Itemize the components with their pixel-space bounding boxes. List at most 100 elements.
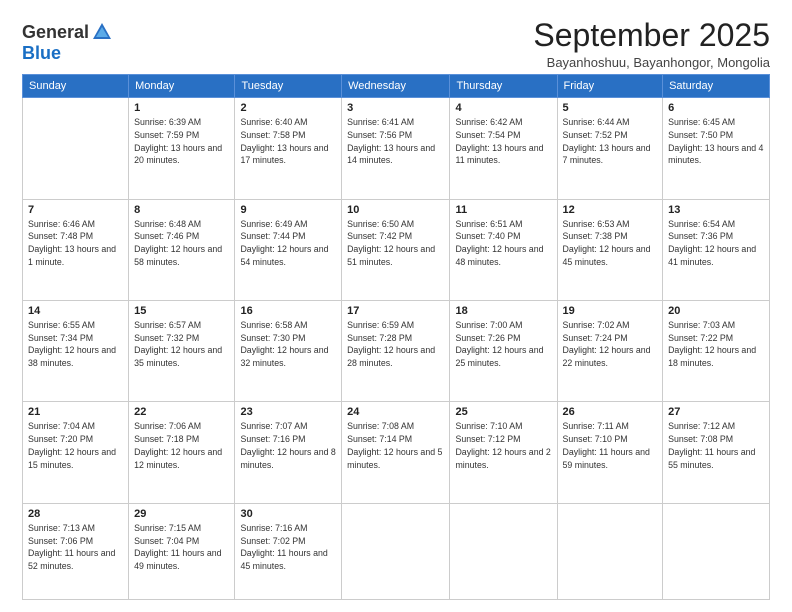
month-title: September 2025 <box>533 18 770 53</box>
calendar-header-row: Sunday Monday Tuesday Wednesday Thursday… <box>23 75 770 98</box>
day-number: 28 <box>28 508 123 520</box>
table-row: 8 Sunrise: 6:48 AMSunset: 7:46 PMDayligh… <box>129 199 235 300</box>
table-row: 2 Sunrise: 6:40 AMSunset: 7:58 PMDayligh… <box>235 98 342 199</box>
col-sunday: Sunday <box>23 75 129 98</box>
day-number: 25 <box>455 406 551 418</box>
col-monday: Monday <box>129 75 235 98</box>
table-row: 26 Sunrise: 7:11 AMSunset: 7:10 PMDaylig… <box>557 402 663 503</box>
logo-blue: Blue <box>22 43 61 63</box>
day-info: Sunrise: 7:06 AMSunset: 7:18 PMDaylight:… <box>134 421 222 469</box>
table-row <box>663 503 770 599</box>
day-number: 15 <box>134 305 229 317</box>
day-info: Sunrise: 7:08 AMSunset: 7:14 PMDaylight:… <box>347 421 442 469</box>
day-info: Sunrise: 6:41 AMSunset: 7:56 PMDaylight:… <box>347 117 435 165</box>
calendar-table: Sunday Monday Tuesday Wednesday Thursday… <box>22 74 770 600</box>
table-row: 10 Sunrise: 6:50 AMSunset: 7:42 PMDaylig… <box>342 199 450 300</box>
table-row <box>450 503 557 599</box>
day-info: Sunrise: 7:15 AMSunset: 7:04 PMDaylight:… <box>134 523 221 571</box>
table-row <box>23 98 129 199</box>
table-row: 11 Sunrise: 6:51 AMSunset: 7:40 PMDaylig… <box>450 199 557 300</box>
table-row: 17 Sunrise: 6:59 AMSunset: 7:28 PMDaylig… <box>342 300 450 401</box>
page: General Blue September 2025 Bayanhoshuu,… <box>0 0 792 612</box>
day-info: Sunrise: 7:10 AMSunset: 7:12 PMDaylight:… <box>455 421 550 469</box>
day-info: Sunrise: 6:54 AMSunset: 7:36 PMDaylight:… <box>668 219 756 267</box>
table-row <box>557 503 663 599</box>
day-info: Sunrise: 7:03 AMSunset: 7:22 PMDaylight:… <box>668 320 756 368</box>
logo-general: General <box>22 22 89 43</box>
day-number: 18 <box>455 305 551 317</box>
day-number: 17 <box>347 305 444 317</box>
table-row: 9 Sunrise: 6:49 AMSunset: 7:44 PMDayligh… <box>235 199 342 300</box>
day-info: Sunrise: 6:53 AMSunset: 7:38 PMDaylight:… <box>563 219 651 267</box>
day-number: 30 <box>240 508 336 520</box>
table-row: 6 Sunrise: 6:45 AMSunset: 7:50 PMDayligh… <box>663 98 770 199</box>
day-info: Sunrise: 7:07 AMSunset: 7:16 PMDaylight:… <box>240 421 335 469</box>
day-number: 5 <box>563 102 658 114</box>
col-thursday: Thursday <box>450 75 557 98</box>
day-info: Sunrise: 7:00 AMSunset: 7:26 PMDaylight:… <box>455 320 543 368</box>
col-saturday: Saturday <box>663 75 770 98</box>
day-number: 3 <box>347 102 444 114</box>
logo: General Blue <box>22 22 113 64</box>
table-row: 28 Sunrise: 7:13 AMSunset: 7:06 PMDaylig… <box>23 503 129 599</box>
table-row: 27 Sunrise: 7:12 AMSunset: 7:08 PMDaylig… <box>663 402 770 503</box>
day-number: 27 <box>668 406 764 418</box>
table-row: 12 Sunrise: 6:53 AMSunset: 7:38 PMDaylig… <box>557 199 663 300</box>
day-number: 11 <box>455 204 551 216</box>
day-number: 19 <box>563 305 658 317</box>
day-number: 2 <box>240 102 336 114</box>
col-friday: Friday <box>557 75 663 98</box>
table-row <box>342 503 450 599</box>
header: General Blue September 2025 Bayanhoshuu,… <box>22 18 770 70</box>
day-info: Sunrise: 6:45 AMSunset: 7:50 PMDaylight:… <box>668 117 763 165</box>
day-number: 8 <box>134 204 229 216</box>
day-info: Sunrise: 6:49 AMSunset: 7:44 PMDaylight:… <box>240 219 328 267</box>
day-info: Sunrise: 6:57 AMSunset: 7:32 PMDaylight:… <box>134 320 222 368</box>
table-row: 25 Sunrise: 7:10 AMSunset: 7:12 PMDaylig… <box>450 402 557 503</box>
table-row: 13 Sunrise: 6:54 AMSunset: 7:36 PMDaylig… <box>663 199 770 300</box>
table-row: 30 Sunrise: 7:16 AMSunset: 7:02 PMDaylig… <box>235 503 342 599</box>
day-number: 12 <box>563 204 658 216</box>
table-row: 3 Sunrise: 6:41 AMSunset: 7:56 PMDayligh… <box>342 98 450 199</box>
day-info: Sunrise: 7:12 AMSunset: 7:08 PMDaylight:… <box>668 421 755 469</box>
day-number: 7 <box>28 204 123 216</box>
table-row: 21 Sunrise: 7:04 AMSunset: 7:20 PMDaylig… <box>23 402 129 503</box>
table-row: 5 Sunrise: 6:44 AMSunset: 7:52 PMDayligh… <box>557 98 663 199</box>
day-number: 13 <box>668 204 764 216</box>
day-number: 4 <box>455 102 551 114</box>
table-row: 20 Sunrise: 7:03 AMSunset: 7:22 PMDaylig… <box>663 300 770 401</box>
table-row: 4 Sunrise: 6:42 AMSunset: 7:54 PMDayligh… <box>450 98 557 199</box>
day-number: 9 <box>240 204 336 216</box>
day-info: Sunrise: 6:44 AMSunset: 7:52 PMDaylight:… <box>563 117 651 165</box>
day-number: 24 <box>347 406 444 418</box>
day-info: Sunrise: 6:46 AMSunset: 7:48 PMDaylight:… <box>28 219 116 267</box>
day-info: Sunrise: 7:13 AMSunset: 7:06 PMDaylight:… <box>28 523 115 571</box>
day-number: 26 <box>563 406 658 418</box>
day-info: Sunrise: 6:51 AMSunset: 7:40 PMDaylight:… <box>455 219 543 267</box>
day-info: Sunrise: 7:11 AMSunset: 7:10 PMDaylight:… <box>563 421 650 469</box>
day-number: 1 <box>134 102 229 114</box>
day-number: 16 <box>240 305 336 317</box>
day-number: 22 <box>134 406 229 418</box>
day-info: Sunrise: 6:39 AMSunset: 7:59 PMDaylight:… <box>134 117 222 165</box>
day-number: 6 <box>668 102 764 114</box>
table-row: 16 Sunrise: 6:58 AMSunset: 7:30 PMDaylig… <box>235 300 342 401</box>
table-row: 18 Sunrise: 7:00 AMSunset: 7:26 PMDaylig… <box>450 300 557 401</box>
day-number: 14 <box>28 305 123 317</box>
day-number: 20 <box>668 305 764 317</box>
table-row: 14 Sunrise: 6:55 AMSunset: 7:34 PMDaylig… <box>23 300 129 401</box>
day-info: Sunrise: 7:02 AMSunset: 7:24 PMDaylight:… <box>563 320 651 368</box>
table-row: 22 Sunrise: 7:06 AMSunset: 7:18 PMDaylig… <box>129 402 235 503</box>
table-row: 23 Sunrise: 7:07 AMSunset: 7:16 PMDaylig… <box>235 402 342 503</box>
day-number: 21 <box>28 406 123 418</box>
day-number: 23 <box>240 406 336 418</box>
day-info: Sunrise: 6:59 AMSunset: 7:28 PMDaylight:… <box>347 320 435 368</box>
day-number: 29 <box>134 508 229 520</box>
col-tuesday: Tuesday <box>235 75 342 98</box>
day-info: Sunrise: 6:48 AMSunset: 7:46 PMDaylight:… <box>134 219 222 267</box>
table-row: 7 Sunrise: 6:46 AMSunset: 7:48 PMDayligh… <box>23 199 129 300</box>
table-row: 19 Sunrise: 7:02 AMSunset: 7:24 PMDaylig… <box>557 300 663 401</box>
table-row: 15 Sunrise: 6:57 AMSunset: 7:32 PMDaylig… <box>129 300 235 401</box>
title-block: September 2025 Bayanhoshuu, Bayanhongor,… <box>533 18 770 70</box>
table-row: 24 Sunrise: 7:08 AMSunset: 7:14 PMDaylig… <box>342 402 450 503</box>
